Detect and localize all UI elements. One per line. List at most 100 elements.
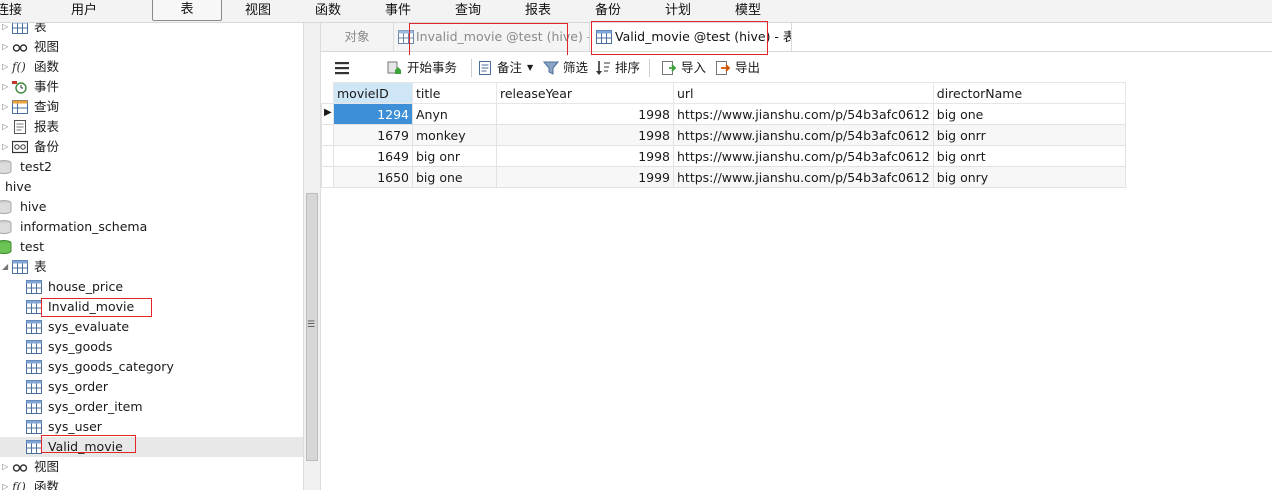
backup-icon: [12, 140, 28, 154]
row-indicator[interactable]: [321, 124, 334, 146]
table-row[interactable]: 1649 big onr 1998 https://www.jianshu.co…: [321, 145, 1126, 167]
table-cell[interactable]: big one: [932, 103, 1126, 125]
table-icon: [26, 400, 42, 414]
annotation-highlight: [41, 298, 152, 317]
collapse-arrow-icon[interactable]: ◢: [2, 257, 10, 277]
table-cell[interactable]: https://www.jianshu.com/p/54b3afc0612: [673, 145, 934, 167]
tab-objects[interactable]: 对象: [321, 23, 394, 51]
table-cell[interactable]: 1998: [496, 124, 674, 146]
menu-query[interactable]: 查询: [446, 0, 490, 22]
column-header-url[interactable]: url: [673, 82, 934, 104]
tree-table-sys-user[interactable]: sys_user: [0, 417, 303, 437]
menu-function[interactable]: 函数: [306, 0, 350, 22]
menu-user[interactable]: 用户: [62, 0, 106, 22]
export-button[interactable]: 导出: [715, 55, 763, 81]
table-cell[interactable]: big onrt: [932, 145, 1126, 167]
menu-model[interactable]: 模型: [726, 0, 770, 22]
import-button[interactable]: 导入: [661, 55, 709, 81]
dropdown-arrow-icon: ▼: [527, 63, 534, 72]
menu-table[interactable]: 表: [152, 0, 222, 21]
table-cell[interactable]: https://www.jianshu.com/p/54b3afc0612: [673, 166, 934, 188]
filter-button[interactable]: 筛选: [543, 55, 591, 81]
tree-node-test[interactable]: test: [0, 237, 303, 257]
expand-arrow-icon[interactable]: ▷: [2, 97, 10, 117]
menu-report[interactable]: 报表: [516, 0, 560, 22]
toolbar-separator: [649, 59, 650, 77]
row-indicator[interactable]: [321, 145, 334, 167]
table-cell[interactable]: 1998: [496, 103, 674, 125]
menu-bar: 连接 用户 表 视图 函数 事件 查询 报表 备份 计划 模型: [0, 0, 1272, 23]
row-header-corner: [321, 82, 334, 104]
tree-table-sys-order[interactable]: sys_order: [0, 377, 303, 397]
expand-arrow-icon[interactable]: ▷: [2, 117, 10, 137]
tree-table-house-price[interactable]: house_price: [0, 277, 303, 297]
sort-button[interactable]: 排序: [595, 55, 643, 81]
object-tree: ▷ 表 ▷ 视图 ▷ f() 函数 ▷ 事件 ▷ 查询 ▷ 报表 ▷ 备份 te…: [0, 23, 303, 490]
table-cell[interactable]: big one: [412, 166, 497, 188]
tree-label: 查询: [34, 99, 60, 114]
expand-arrow-icon[interactable]: ▷: [2, 37, 10, 57]
tree-node-views[interactable]: ▷ 视图: [0, 37, 303, 57]
tree-table-sys-goods[interactable]: sys_goods: [0, 337, 303, 357]
tree-table-sys-goods-category[interactable]: sys_goods_category: [0, 357, 303, 377]
table-cell[interactable]: 1999: [496, 166, 674, 188]
column-header-releaseyear[interactable]: releaseYear: [496, 82, 674, 104]
tree-node-test-tables[interactable]: ◢ 表: [0, 257, 303, 277]
menu-backup[interactable]: 备份: [586, 0, 630, 22]
menu-view[interactable]: 视图: [236, 0, 280, 22]
sidebar-scrollbar[interactable]: ☰: [303, 23, 321, 490]
tree-node-information-schema[interactable]: information_schema: [0, 217, 303, 237]
data-table: movieID title releaseYear url directorNa…: [321, 82, 1126, 188]
table-icon: [26, 280, 42, 294]
splitter-grip-icon[interactable]: ☰: [307, 320, 315, 330]
table-cell[interactable]: https://www.jianshu.com/p/54b3afc0612: [673, 103, 934, 125]
expand-arrow-icon[interactable]: ▷: [2, 137, 10, 157]
table-row[interactable]: ▶ 1294 Anyn 1998 https://www.jianshu.com…: [321, 103, 1126, 125]
expand-arrow-icon[interactable]: ▷: [2, 77, 10, 97]
menu-schedule[interactable]: 计划: [656, 0, 700, 22]
tree-table-sys-order-item[interactable]: sys_order_item: [0, 397, 303, 417]
table-cell[interactable]: 1679: [333, 124, 413, 146]
table-cell[interactable]: 1294: [333, 103, 413, 125]
tree-node-tables[interactable]: ▷ 表: [0, 23, 303, 37]
expand-arrow-icon[interactable]: ▷: [2, 457, 10, 477]
table-row[interactable]: 1650 big one 1999 https://www.jianshu.co…: [321, 166, 1126, 188]
tree-node-functions[interactable]: ▷ f() 函数: [0, 57, 303, 77]
table-cell[interactable]: big onr: [412, 145, 497, 167]
expand-arrow-icon[interactable]: ▷: [2, 477, 10, 490]
table-cell[interactable]: big onry: [932, 166, 1126, 188]
tree-node-hive[interactable]: hive: [0, 197, 303, 217]
menu-hamburger-button[interactable]: [335, 55, 355, 81]
memo-label: 备注: [497, 60, 523, 75]
tree-node-events[interactable]: ▷ 事件: [0, 77, 303, 97]
tree-node-test-views[interactable]: ▷ 视图: [0, 457, 303, 477]
tree-node-backups[interactable]: ▷ 备份: [0, 137, 303, 157]
tree-node-reports[interactable]: ▷ 报表: [0, 117, 303, 137]
expand-arrow-icon[interactable]: ▷: [2, 57, 10, 77]
column-header-directorname[interactable]: directorName: [932, 82, 1126, 104]
column-header-movieid[interactable]: movieID: [333, 82, 413, 104]
begin-transaction-button[interactable]: 开始事务: [387, 55, 467, 81]
table-cell[interactable]: Anyn: [412, 103, 497, 125]
table-row[interactable]: 1679 monkey 1998 https://www.jianshu.com…: [321, 124, 1126, 146]
tree-node-test2[interactable]: test2: [0, 157, 303, 177]
row-indicator[interactable]: [321, 166, 334, 188]
table-cell[interactable]: 1998: [496, 145, 674, 167]
column-header-title[interactable]: title: [412, 82, 497, 104]
table-cell[interactable]: 1650: [333, 166, 413, 188]
table-cell[interactable]: big onrr: [932, 124, 1126, 146]
tree-connection-hive[interactable]: hive: [0, 177, 303, 197]
table-cell[interactable]: 1649: [333, 145, 413, 167]
table-icon: [12, 23, 28, 34]
expand-arrow-icon[interactable]: ▷: [2, 23, 10, 37]
tree-table-sys-evaluate[interactable]: sys_evaluate: [0, 317, 303, 337]
menu-event[interactable]: 事件: [376, 0, 420, 22]
tree-node-test-functions[interactable]: ▷ f() 函数: [0, 477, 303, 490]
row-indicator[interactable]: ▶: [321, 103, 334, 125]
menu-connect[interactable]: 连接: [0, 0, 22, 22]
table-cell[interactable]: monkey: [412, 124, 497, 146]
table-cell[interactable]: https://www.jianshu.com/p/54b3afc0612: [673, 124, 934, 146]
tree-node-queries[interactable]: ▷ 查询: [0, 97, 303, 117]
table-icon: [26, 320, 42, 334]
memo-button[interactable]: 备注 ▼: [477, 55, 539, 81]
